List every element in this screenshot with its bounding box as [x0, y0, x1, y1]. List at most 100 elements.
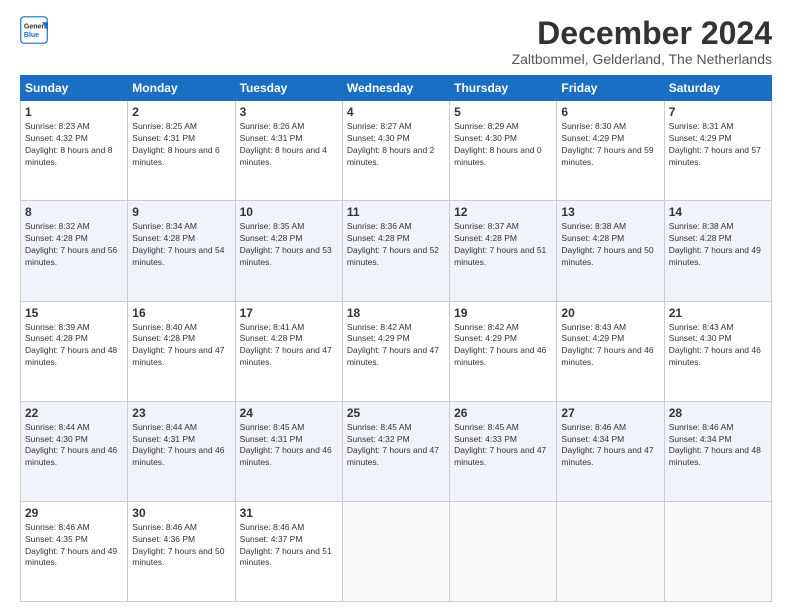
- day-info: Sunrise: 8:26 AMSunset: 4:31 PMDaylight:…: [240, 121, 327, 167]
- day-info: Sunrise: 8:44 AMSunset: 4:31 PMDaylight:…: [132, 422, 224, 468]
- page: General Blue December 2024 Zaltbommel, G…: [0, 0, 792, 612]
- day-info: Sunrise: 8:46 AMSunset: 4:36 PMDaylight:…: [132, 522, 224, 568]
- day-number: 16: [132, 306, 230, 320]
- day-info: Sunrise: 8:45 AMSunset: 4:31 PMDaylight:…: [240, 422, 332, 468]
- day-number: 22: [25, 406, 123, 420]
- day-info: Sunrise: 8:32 AMSunset: 4:28 PMDaylight:…: [25, 221, 117, 267]
- logo-icon: General Blue: [20, 16, 48, 44]
- week-row: 15 Sunrise: 8:39 AMSunset: 4:28 PMDaylig…: [21, 301, 772, 401]
- day-number: 19: [454, 306, 552, 320]
- calendar-cell: 9 Sunrise: 8:34 AMSunset: 4:28 PMDayligh…: [128, 201, 235, 301]
- col-wednesday: Wednesday: [342, 76, 449, 101]
- day-number: 15: [25, 306, 123, 320]
- day-number: 20: [561, 306, 659, 320]
- day-info: Sunrise: 8:39 AMSunset: 4:28 PMDaylight:…: [25, 322, 117, 368]
- day-info: Sunrise: 8:25 AMSunset: 4:31 PMDaylight:…: [132, 121, 219, 167]
- col-sunday: Sunday: [21, 76, 128, 101]
- day-number: 12: [454, 205, 552, 219]
- calendar-cell: 12 Sunrise: 8:37 AMSunset: 4:28 PMDaylig…: [450, 201, 557, 301]
- calendar-cell: 7 Sunrise: 8:31 AMSunset: 4:29 PMDayligh…: [664, 101, 771, 201]
- day-number: 29: [25, 506, 123, 520]
- calendar-cell: 23 Sunrise: 8:44 AMSunset: 4:31 PMDaylig…: [128, 401, 235, 501]
- week-row: 1 Sunrise: 8:23 AMSunset: 4:32 PMDayligh…: [21, 101, 772, 201]
- calendar-cell: 16 Sunrise: 8:40 AMSunset: 4:28 PMDaylig…: [128, 301, 235, 401]
- day-number: 18: [347, 306, 445, 320]
- day-number: 10: [240, 205, 338, 219]
- col-saturday: Saturday: [664, 76, 771, 101]
- day-number: 26: [454, 406, 552, 420]
- day-info: Sunrise: 8:29 AMSunset: 4:30 PMDaylight:…: [454, 121, 541, 167]
- day-info: Sunrise: 8:36 AMSunset: 4:28 PMDaylight:…: [347, 221, 439, 267]
- day-info: Sunrise: 8:37 AMSunset: 4:28 PMDaylight:…: [454, 221, 546, 267]
- day-info: Sunrise: 8:23 AMSunset: 4:32 PMDaylight:…: [25, 121, 112, 167]
- location-title: Zaltbommel, Gelderland, The Netherlands: [512, 51, 772, 67]
- day-info: Sunrise: 8:42 AMSunset: 4:29 PMDaylight:…: [454, 322, 546, 368]
- week-row: 8 Sunrise: 8:32 AMSunset: 4:28 PMDayligh…: [21, 201, 772, 301]
- title-area: December 2024 Zaltbommel, Gelderland, Th…: [512, 16, 772, 67]
- day-number: 31: [240, 506, 338, 520]
- calendar-cell: 25 Sunrise: 8:45 AMSunset: 4:32 PMDaylig…: [342, 401, 449, 501]
- day-number: 6: [561, 105, 659, 119]
- day-info: Sunrise: 8:45 AMSunset: 4:32 PMDaylight:…: [347, 422, 439, 468]
- calendar-cell: [557, 501, 664, 601]
- day-number: 27: [561, 406, 659, 420]
- day-number: 14: [669, 205, 767, 219]
- day-number: 17: [240, 306, 338, 320]
- week-row: 22 Sunrise: 8:44 AMSunset: 4:30 PMDaylig…: [21, 401, 772, 501]
- calendar-cell: 22 Sunrise: 8:44 AMSunset: 4:30 PMDaylig…: [21, 401, 128, 501]
- day-info: Sunrise: 8:46 AMSunset: 4:35 PMDaylight:…: [25, 522, 117, 568]
- day-info: Sunrise: 8:46 AMSunset: 4:34 PMDaylight:…: [669, 422, 761, 468]
- day-number: 28: [669, 406, 767, 420]
- calendar-cell: 17 Sunrise: 8:41 AMSunset: 4:28 PMDaylig…: [235, 301, 342, 401]
- day-number: 23: [132, 406, 230, 420]
- calendar-cell: 11 Sunrise: 8:36 AMSunset: 4:28 PMDaylig…: [342, 201, 449, 301]
- day-number: 8: [25, 205, 123, 219]
- calendar-cell: 30 Sunrise: 8:46 AMSunset: 4:36 PMDaylig…: [128, 501, 235, 601]
- day-number: 5: [454, 105, 552, 119]
- day-number: 21: [669, 306, 767, 320]
- calendar-cell: 4 Sunrise: 8:27 AMSunset: 4:30 PMDayligh…: [342, 101, 449, 201]
- calendar-cell: 19 Sunrise: 8:42 AMSunset: 4:29 PMDaylig…: [450, 301, 557, 401]
- calendar-cell: 1 Sunrise: 8:23 AMSunset: 4:32 PMDayligh…: [21, 101, 128, 201]
- calendar-cell: 5 Sunrise: 8:29 AMSunset: 4:30 PMDayligh…: [450, 101, 557, 201]
- calendar-cell: [664, 501, 771, 601]
- week-row: 29 Sunrise: 8:46 AMSunset: 4:35 PMDaylig…: [21, 501, 772, 601]
- day-info: Sunrise: 8:30 AMSunset: 4:29 PMDaylight:…: [561, 121, 653, 167]
- calendar-cell: 18 Sunrise: 8:42 AMSunset: 4:29 PMDaylig…: [342, 301, 449, 401]
- day-info: Sunrise: 8:40 AMSunset: 4:28 PMDaylight:…: [132, 322, 224, 368]
- day-info: Sunrise: 8:35 AMSunset: 4:28 PMDaylight:…: [240, 221, 332, 267]
- day-info: Sunrise: 8:43 AMSunset: 4:29 PMDaylight:…: [561, 322, 653, 368]
- day-number: 30: [132, 506, 230, 520]
- calendar-cell: 28 Sunrise: 8:46 AMSunset: 4:34 PMDaylig…: [664, 401, 771, 501]
- calendar-cell: 26 Sunrise: 8:45 AMSunset: 4:33 PMDaylig…: [450, 401, 557, 501]
- col-thursday: Thursday: [450, 76, 557, 101]
- day-info: Sunrise: 8:46 AMSunset: 4:37 PMDaylight:…: [240, 522, 332, 568]
- day-number: 13: [561, 205, 659, 219]
- day-number: 9: [132, 205, 230, 219]
- day-info: Sunrise: 8:42 AMSunset: 4:29 PMDaylight:…: [347, 322, 439, 368]
- calendar-cell: 14 Sunrise: 8:38 AMSunset: 4:28 PMDaylig…: [664, 201, 771, 301]
- col-monday: Monday: [128, 76, 235, 101]
- col-friday: Friday: [557, 76, 664, 101]
- day-info: Sunrise: 8:46 AMSunset: 4:34 PMDaylight:…: [561, 422, 653, 468]
- col-tuesday: Tuesday: [235, 76, 342, 101]
- calendar-cell: 27 Sunrise: 8:46 AMSunset: 4:34 PMDaylig…: [557, 401, 664, 501]
- day-info: Sunrise: 8:38 AMSunset: 4:28 PMDaylight:…: [561, 221, 653, 267]
- day-number: 3: [240, 105, 338, 119]
- calendar-cell: 6 Sunrise: 8:30 AMSunset: 4:29 PMDayligh…: [557, 101, 664, 201]
- calendar-cell: 8 Sunrise: 8:32 AMSunset: 4:28 PMDayligh…: [21, 201, 128, 301]
- calendar-cell: 20 Sunrise: 8:43 AMSunset: 4:29 PMDaylig…: [557, 301, 664, 401]
- calendar-cell: 29 Sunrise: 8:46 AMSunset: 4:35 PMDaylig…: [21, 501, 128, 601]
- day-number: 2: [132, 105, 230, 119]
- day-info: Sunrise: 8:38 AMSunset: 4:28 PMDaylight:…: [669, 221, 761, 267]
- day-info: Sunrise: 8:31 AMSunset: 4:29 PMDaylight:…: [669, 121, 761, 167]
- calendar-cell: 15 Sunrise: 8:39 AMSunset: 4:28 PMDaylig…: [21, 301, 128, 401]
- day-info: Sunrise: 8:44 AMSunset: 4:30 PMDaylight:…: [25, 422, 117, 468]
- day-number: 24: [240, 406, 338, 420]
- calendar-cell: 13 Sunrise: 8:38 AMSunset: 4:28 PMDaylig…: [557, 201, 664, 301]
- header: General Blue December 2024 Zaltbommel, G…: [20, 16, 772, 67]
- day-number: 11: [347, 205, 445, 219]
- calendar-cell: 21 Sunrise: 8:43 AMSunset: 4:30 PMDaylig…: [664, 301, 771, 401]
- calendar-cell: 3 Sunrise: 8:26 AMSunset: 4:31 PMDayligh…: [235, 101, 342, 201]
- day-info: Sunrise: 8:41 AMSunset: 4:28 PMDaylight:…: [240, 322, 332, 368]
